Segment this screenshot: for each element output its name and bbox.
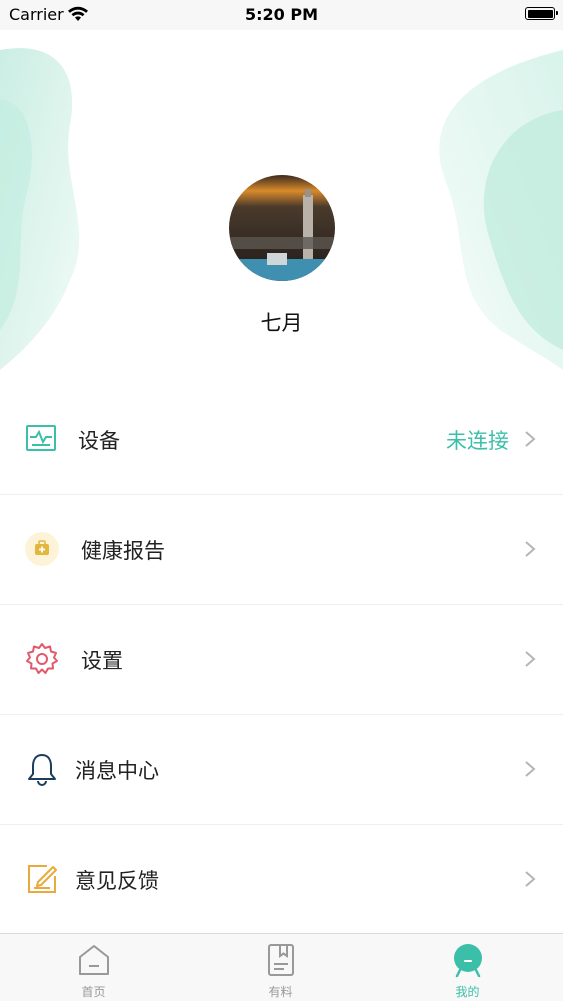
menu-item-settings[interactable]: 设置 bbox=[0, 605, 563, 715]
tab-mine[interactable]: 我的 bbox=[374, 934, 561, 1001]
chevron-right-icon bbox=[525, 651, 536, 667]
device-monitor-icon bbox=[26, 425, 56, 451]
tab-label: 首页 bbox=[81, 985, 106, 999]
menu-item-device[interactable]: 设备 未连接 bbox=[0, 385, 563, 495]
feedback-edit-icon bbox=[28, 865, 57, 893]
menu-item-label: 意见反馈 bbox=[75, 869, 159, 893]
menu-item-messages[interactable]: 消息中心 bbox=[0, 715, 563, 825]
bell-icon bbox=[28, 754, 56, 786]
device-status: 未连接 bbox=[446, 429, 509, 453]
menu-item-label: 健康报告 bbox=[81, 539, 165, 563]
username: 七月 bbox=[260, 311, 303, 335]
tab-label: 我的 bbox=[455, 985, 480, 999]
menu-item-label: 设备 bbox=[78, 429, 120, 453]
profile-section: 七月 bbox=[0, 175, 563, 337]
menu-item-label: 设置 bbox=[81, 649, 123, 673]
chevron-right-icon bbox=[525, 871, 536, 887]
chevron-right-icon bbox=[525, 541, 536, 557]
chevron-right-icon bbox=[525, 431, 536, 447]
home-icon bbox=[79, 945, 109, 975]
profile-icon bbox=[454, 944, 482, 978]
battery-icon bbox=[525, 7, 558, 20]
clock: 5:20 PM bbox=[244, 5, 318, 24]
book-icon bbox=[268, 944, 294, 976]
tab-discover[interactable]: 有料 bbox=[187, 934, 374, 1001]
menu-item-health-report[interactable]: 健康报告 bbox=[0, 495, 563, 605]
chevron-right-icon bbox=[525, 761, 536, 777]
tab-home[interactable]: 首页 bbox=[0, 934, 187, 1001]
menu-list: 设备 未连接 健康报告 设置 消息中心 意见反馈 bbox=[0, 385, 563, 935]
gear-icon bbox=[26, 643, 58, 674]
menu-item-label: 消息中心 bbox=[75, 759, 159, 783]
tab-bar: 首页 有料 我的 bbox=[0, 933, 563, 1001]
avatar[interactable] bbox=[228, 175, 335, 281]
menu-item-feedback[interactable]: 意见反馈 bbox=[0, 825, 563, 935]
health-report-icon bbox=[25, 532, 59, 566]
status-bar: Carrier 5:20 PM bbox=[0, 0, 563, 30]
tab-label: 有料 bbox=[268, 985, 293, 999]
